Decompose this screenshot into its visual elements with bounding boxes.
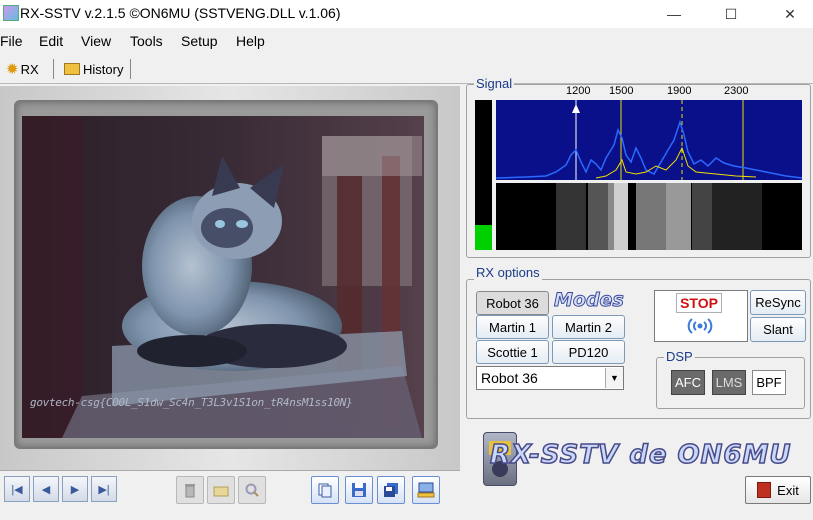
menu-help[interactable]: Help [236, 33, 265, 49]
mode-scottie1-button[interactable]: Scottie 1 [476, 340, 549, 364]
signal-label: Signal [474, 76, 515, 91]
folder-icon [64, 63, 80, 75]
signal-level-meter [475, 100, 492, 250]
mode-martin1-button[interactable]: Martin 1 [476, 315, 549, 339]
mode-robot36-button[interactable]: Robot 36 [476, 291, 549, 315]
next-image-button[interactable]: ▶ [62, 476, 88, 502]
tab-separator [53, 59, 54, 79]
last-image-button[interactable]: ▶| [91, 476, 117, 502]
spectrum-trace [495, 100, 803, 180]
skip-back-icon: |◀ [11, 483, 23, 496]
floppy-disk-icon [352, 483, 366, 497]
freq-tick-1500: 1500 [609, 85, 634, 97]
first-image-button[interactable]: |◀ [4, 476, 30, 502]
waterfall-display [496, 183, 802, 250]
slant-button[interactable]: Slant [750, 317, 806, 342]
rx-options-label: RX options [474, 265, 542, 280]
menu-bar [0, 29, 813, 53]
tuning-marker-icon [572, 104, 580, 113]
copy-button[interactable] [311, 476, 339, 504]
upload-button[interactable] [412, 476, 440, 504]
menu-edit[interactable]: Edit [39, 33, 63, 49]
app-logo-text: RX-SSTV de ON6MU [489, 439, 792, 471]
app-icon [3, 5, 19, 21]
tab-rx-label: RX [20, 61, 39, 77]
bpf-toggle[interactable]: BPF [752, 370, 786, 395]
modes-logo: Modes [554, 289, 625, 312]
menu-view[interactable]: View [81, 33, 111, 49]
tab-history-label: History [83, 61, 124, 77]
received-image[interactable] [22, 116, 424, 438]
mode-dropdown[interactable]: Robot 36 ▼ [476, 366, 624, 390]
menu-file[interactable]: File [0, 33, 23, 49]
maximize-button[interactable]: ☐ [708, 0, 754, 28]
window-title: RX-SSTV v.2.1.5 ©ON6MU (SSTVENG.DLL v.1.… [20, 5, 341, 21]
computer-icon [417, 482, 435, 498]
image-caption: govtech-csg{C00L_S1dw_Sc4n_T3L3v1S1on_tR… [30, 396, 353, 409]
cat-photo [22, 116, 424, 438]
waterfall-trace [556, 183, 762, 250]
minimize-button[interactable]: — [651, 0, 697, 28]
afc-toggle[interactable]: AFC [671, 370, 705, 395]
arrow-right-icon: ▶ [70, 483, 80, 496]
antenna-icon [683, 316, 717, 339]
magnifier-icon [245, 483, 259, 497]
stop-button[interactable]: STOP [676, 293, 722, 313]
mode-pd120-button[interactable]: PD120 [552, 340, 625, 364]
dsp-label: DSP [664, 349, 695, 364]
exit-label: Exit [777, 482, 799, 498]
signal-level-fill [475, 224, 492, 250]
exit-door-icon [757, 482, 772, 498]
zoom-button[interactable] [238, 476, 266, 504]
open-folder-icon [213, 486, 229, 497]
spectrum-display[interactable] [495, 100, 803, 180]
copy-icon [318, 483, 332, 498]
open-folder-button[interactable] [207, 476, 235, 504]
resync-button[interactable]: ReSync [750, 290, 806, 315]
freq-tick-1200: 1200 [566, 85, 591, 97]
mode-martin2-button[interactable]: Martin 2 [552, 315, 625, 339]
freq-tick-1900: 1900 [667, 85, 692, 97]
arrow-left-icon: ◀ [41, 483, 51, 496]
save-button[interactable] [345, 476, 373, 504]
mode-dropdown-value: Robot 36 [481, 370, 538, 386]
tab-rx[interactable]: ✹ RX [2, 58, 43, 80]
save-as-button[interactable] [377, 476, 405, 504]
tab-separator [130, 59, 131, 79]
trash-icon [185, 484, 195, 498]
skip-forward-icon: ▶| [98, 483, 110, 496]
prev-image-button[interactable]: ◀ [33, 476, 59, 502]
freq-tick-2300: 2300 [724, 85, 749, 97]
lms-toggle[interactable]: LMS [712, 370, 746, 395]
gear-icon: ✹ [6, 61, 19, 78]
trash-button[interactable] [176, 476, 204, 504]
close-button[interactable]: ✕ [767, 0, 813, 28]
menu-tools[interactable]: Tools [130, 33, 163, 49]
exit-button[interactable]: Exit [745, 476, 811, 504]
save-multiple-icon [384, 483, 398, 497]
menu-setup[interactable]: Setup [181, 33, 218, 49]
tab-history[interactable]: History [60, 58, 127, 80]
chevron-down-icon[interactable]: ▼ [605, 368, 623, 388]
